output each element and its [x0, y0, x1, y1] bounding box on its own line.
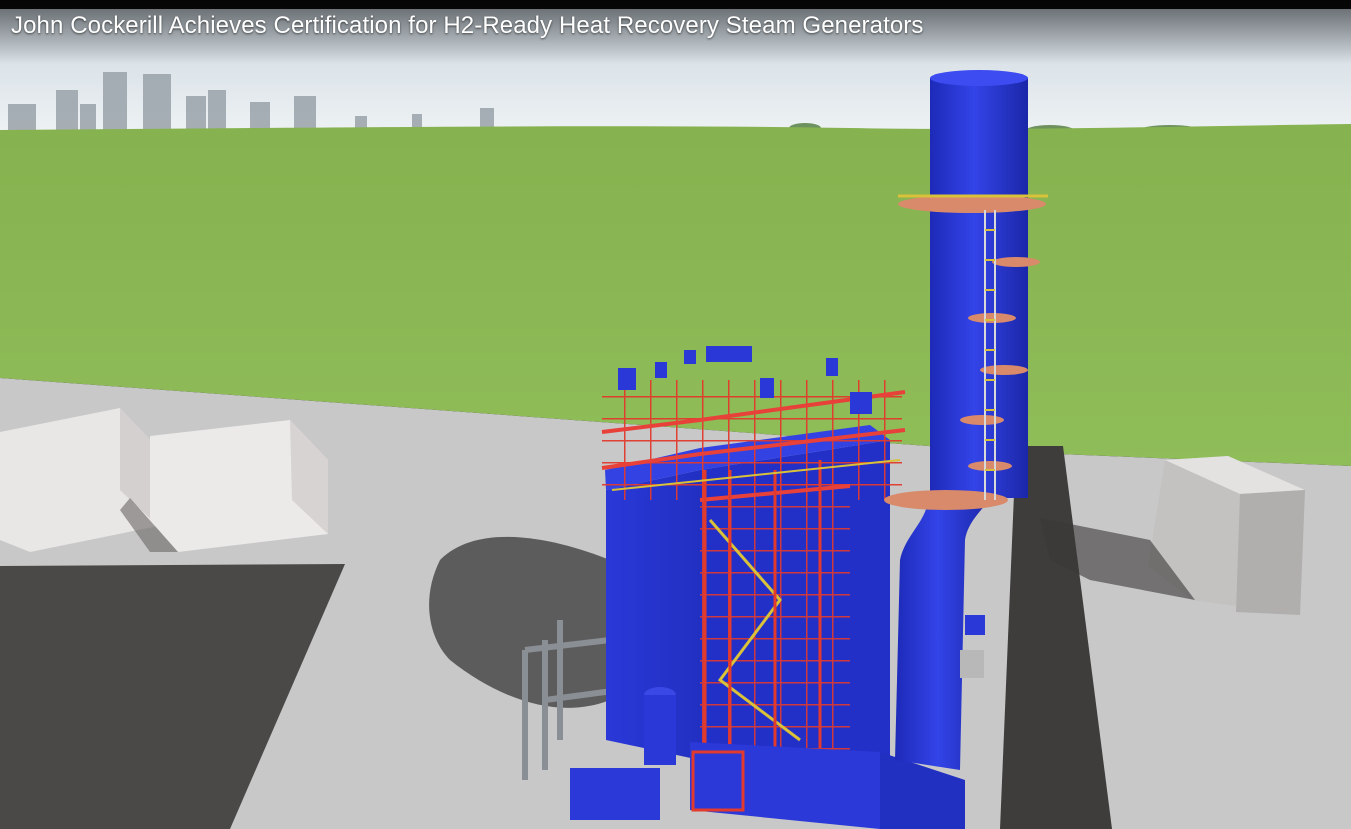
video-frame[interactable]	[0, 0, 1351, 829]
scene-render	[0, 9, 1351, 829]
video-title-link[interactable]: John Cockerill Achieves Certification fo…	[11, 12, 923, 40]
video-player[interactable]: John Cockerill Achieves Certification fo…	[0, 0, 1351, 829]
top-strip	[0, 0, 1351, 9]
